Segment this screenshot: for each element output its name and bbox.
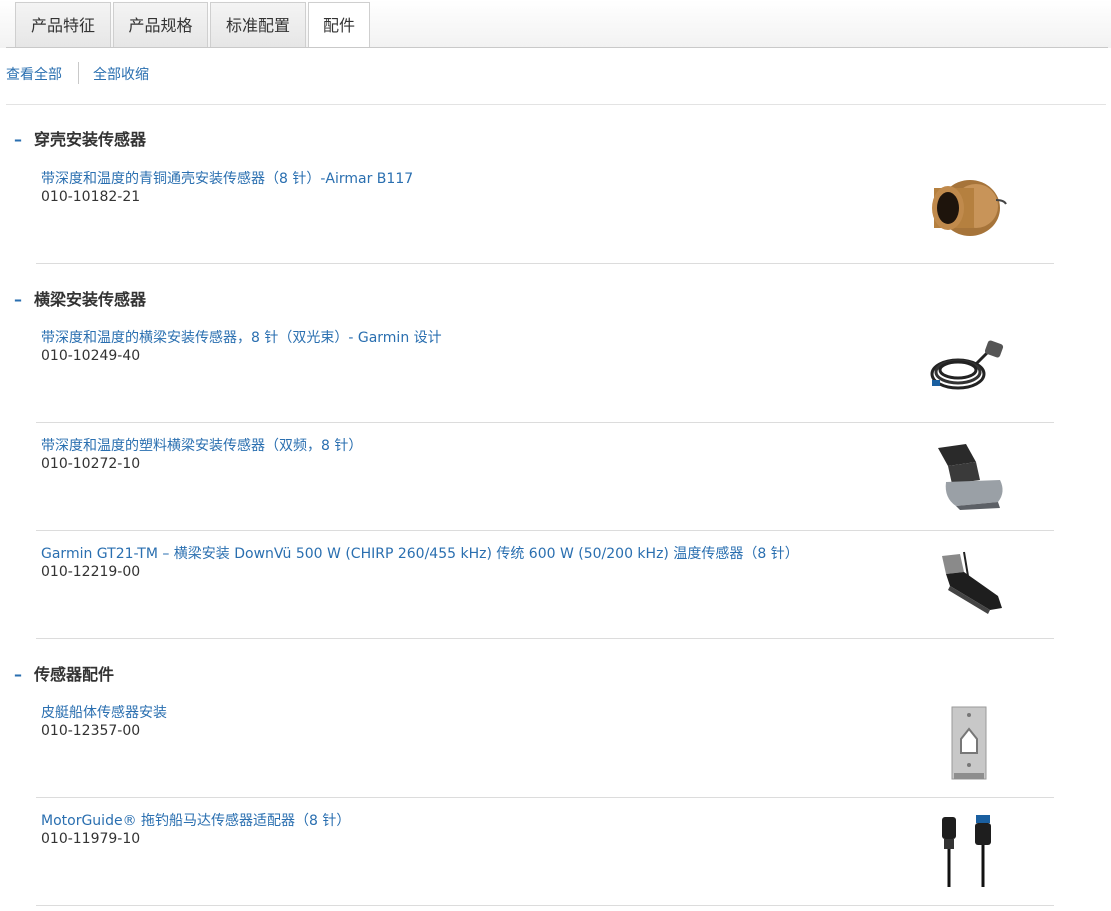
product-sku: 010-12357-00 [41, 723, 141, 739]
top-divider [6, 104, 1106, 105]
tab-bar-underline [6, 47, 1108, 48]
bronze-transducer-icon[interactable] [920, 170, 1010, 250]
collapse-minus-icon[interactable]: – [14, 130, 24, 149]
tab-accessories[interactable]: 配件 [308, 2, 370, 48]
product-link[interactable]: 带深度和温度的青铜通壳安装传感器（8 针）-Airmar B117 [41, 168, 413, 188]
transom-transducer-icon[interactable] [920, 436, 1010, 516]
section-header-thru-hull[interactable]: – 穿壳安装传感器 [14, 126, 146, 150]
product-link[interactable]: 带深度和温度的塑料横梁安装传感器（双频，8 针） [41, 435, 362, 455]
kayak-mount-plate-icon[interactable] [920, 703, 1010, 783]
product-sku: 010-10272-10 [41, 456, 141, 472]
item-divider [36, 797, 1054, 798]
item-divider [36, 422, 1054, 423]
section-title: 穿壳安装传感器 [34, 130, 147, 149]
coiled-cable-transducer-icon[interactable] [920, 328, 1010, 408]
product-sku: 010-12219-00 [41, 564, 141, 580]
product-link[interactable]: 皮艇船体传感器安装 [41, 702, 167, 722]
collapse-minus-icon[interactable]: – [14, 290, 24, 309]
collapse-all-link[interactable]: 全部收缩 [93, 64, 149, 84]
tab-bar: 产品特征 产品规格 标准配置 配件 [0, 0, 1111, 48]
expand-all-link[interactable]: 查看全部 [6, 67, 62, 83]
section-header-transom[interactable]: – 横梁安装传感器 [14, 286, 146, 310]
collapse-minus-icon[interactable]: – [14, 665, 24, 684]
product-link[interactable]: MotorGuide® 拖钓船马达传感器适配器（8 针） [41, 810, 350, 830]
section-title: 横梁安装传感器 [34, 290, 147, 309]
product-sku: 010-11979-10 [41, 831, 141, 847]
item-divider [36, 905, 1054, 906]
item-divider [36, 530, 1054, 531]
product-link[interactable]: 带深度和温度的横梁安装传感器，8 针（双光束）- Garmin 设计 [41, 327, 442, 347]
downvu-transducer-icon[interactable] [920, 546, 1010, 626]
product-sku: 010-10249-40 [41, 348, 141, 364]
tab-specs[interactable]: 产品规格 [113, 2, 208, 47]
tab-in-the-box[interactable]: 标准配置 [210, 2, 306, 47]
adapter-cable-icon[interactable] [920, 811, 1010, 891]
section-title: 传感器配件 [34, 665, 115, 684]
product-sku: 010-10182-21 [41, 189, 141, 205]
toggle-separator [78, 62, 79, 84]
expand-collapse-toggles: 查看全部 全部收缩 [6, 62, 149, 84]
item-divider [36, 263, 1054, 264]
section-header-accessories[interactable]: – 传感器配件 [14, 661, 114, 685]
product-link[interactable]: Garmin GT21-TM – 横梁安装 DownVü 500 W (CHIR… [41, 543, 799, 563]
item-divider [36, 638, 1054, 639]
tab-features[interactable]: 产品特征 [15, 2, 111, 47]
